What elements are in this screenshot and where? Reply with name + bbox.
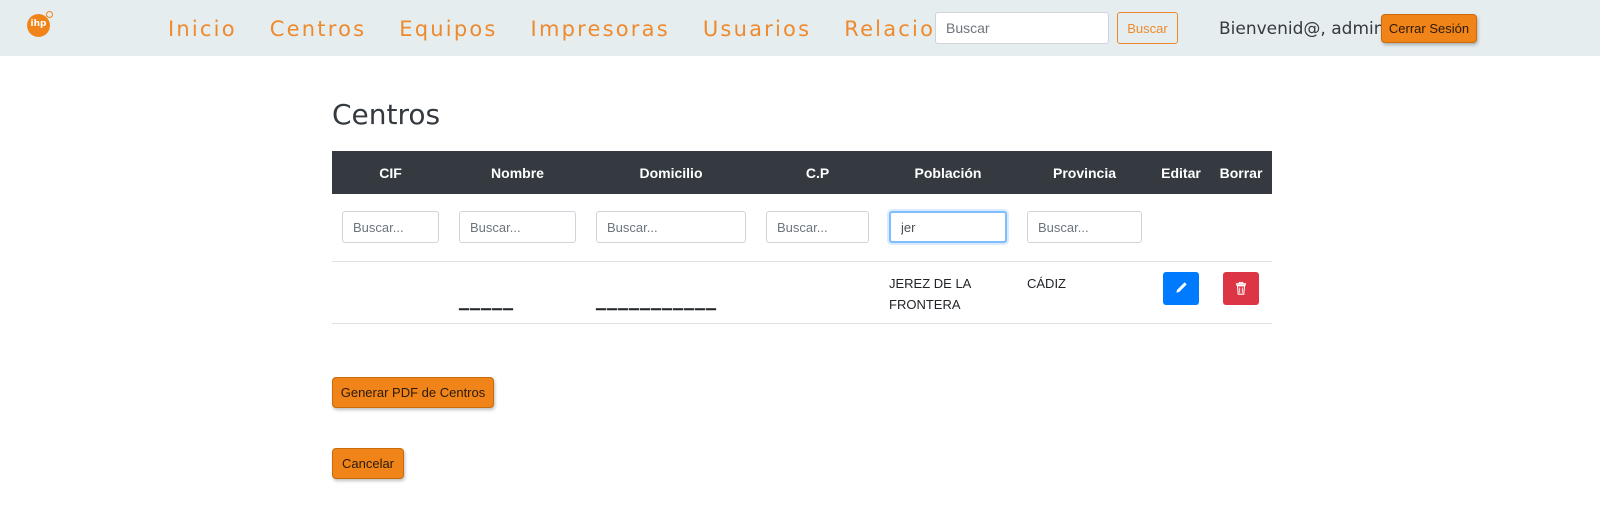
welcome-text: Bienvenid@, admin	[1219, 19, 1385, 39]
filter-cell	[756, 194, 879, 261]
delete-button[interactable]	[1223, 271, 1259, 305]
cell-borrar	[1210, 260, 1272, 324]
nav-link-equipos[interactable]: Equipos	[399, 15, 497, 43]
table-row: ▁▁▁▁▁ ▁▁▁▁▁▁▁▁▁▁▁ JEREZ DE LA FRONTERA C…	[332, 260, 1272, 324]
nav-link-impresoras[interactable]: Impresoras	[531, 15, 670, 43]
ihp-logo[interactable]: ihp	[27, 11, 53, 37]
nav-link-inicio[interactable]: Inicio	[168, 15, 237, 43]
cell-poblacion: JEREZ DE LA FRONTERA	[879, 260, 1017, 324]
nav-links: Inicio Centros Equipos Impresoras Usuari…	[168, 15, 1012, 43]
filter-cif-input[interactable]	[342, 211, 439, 244]
centros-table: CIF Nombre Domicilio C.P Población Provi…	[332, 151, 1272, 324]
filter-provincia-input[interactable]	[1027, 211, 1142, 244]
top-navbar: ihp Inicio Centros Equipos Impresoras Us…	[0, 0, 1600, 56]
page-title: Centros	[332, 98, 441, 131]
nav-search-button[interactable]: Buscar	[1117, 12, 1178, 44]
filter-nombre-input[interactable]	[459, 211, 576, 244]
filter-cell	[449, 194, 586, 261]
nav-link-usuarios[interactable]: Usuarios	[703, 15, 811, 43]
table-header-row: CIF Nombre Domicilio C.P Población Provi…	[332, 151, 1272, 194]
column-header-editar: Editar	[1152, 151, 1210, 194]
column-header-nombre[interactable]: Nombre	[449, 151, 586, 194]
column-header-cif[interactable]: CIF	[332, 151, 449, 194]
nav-search-input[interactable]	[935, 12, 1109, 44]
filter-cell	[879, 194, 1017, 261]
filter-cp-input[interactable]	[766, 211, 869, 244]
filter-cell	[586, 194, 756, 261]
column-header-poblacion[interactable]: Población	[879, 151, 1017, 194]
column-header-borrar: Borrar	[1210, 151, 1272, 194]
cell-provincia: CÁDIZ	[1017, 260, 1152, 324]
centros-table-container: CIF Nombre Domicilio C.P Población Provi…	[332, 151, 1272, 324]
nav-link-centros[interactable]: Centros	[270, 15, 367, 43]
logo-text: ihp	[30, 19, 47, 29]
filter-domicilio-input[interactable]	[596, 211, 746, 244]
pencil-icon	[1176, 282, 1187, 293]
logout-button[interactable]: Cerrar Sesión	[1381, 14, 1477, 43]
cell-domicilio: ▁▁▁▁▁▁▁▁▁▁▁	[586, 260, 756, 324]
generate-pdf-button[interactable]: Generar PDF de Centros	[332, 377, 494, 408]
filter-cell	[1017, 194, 1152, 261]
column-header-domicilio[interactable]: Domicilio	[586, 151, 756, 194]
trash-icon	[1236, 281, 1246, 295]
filter-poblacion-input[interactable]	[889, 211, 1007, 244]
cell-editar	[1152, 260, 1210, 324]
cancel-button[interactable]: Cancelar	[332, 448, 404, 479]
logo-leaf-icon	[46, 11, 53, 18]
edit-button[interactable]	[1163, 271, 1199, 305]
cell-nombre: ▁▁▁▁▁	[449, 260, 586, 324]
cell-cif	[332, 260, 449, 324]
filter-row	[332, 194, 1272, 261]
filter-cell-empty	[1210, 194, 1272, 261]
filter-cell	[332, 194, 449, 261]
filter-cell-empty	[1152, 194, 1210, 261]
column-header-cp[interactable]: C.P	[756, 151, 879, 194]
column-header-provincia[interactable]: Provincia	[1017, 151, 1152, 194]
cell-cp	[756, 260, 879, 324]
